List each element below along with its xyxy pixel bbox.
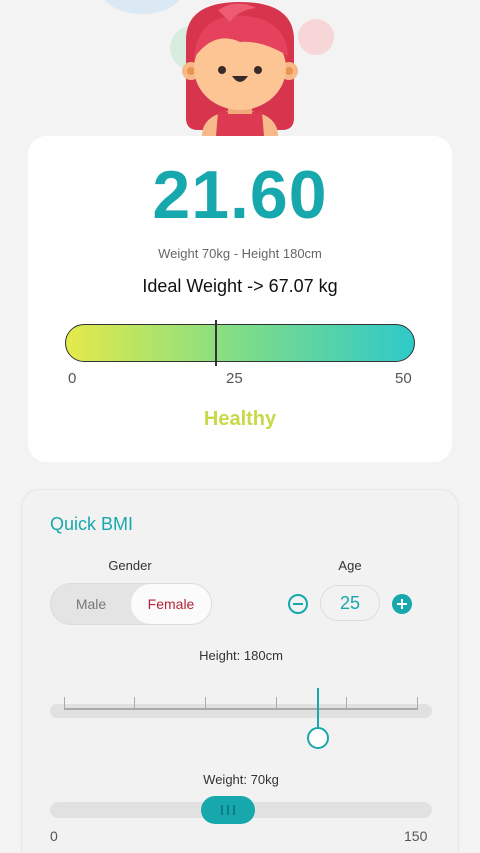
- bmi-scale-marker: [215, 320, 218, 366]
- weight-slider-handle[interactable]: [201, 796, 255, 824]
- scale-mid-label: 25: [226, 370, 243, 387]
- bmi-category: Healthy: [203, 408, 277, 430]
- weight-min-label: 0: [50, 828, 58, 844]
- bmi-scale-bar: [65, 324, 415, 362]
- height-ruler-tick: [417, 697, 418, 709]
- quick-bmi-title: Quick BMI: [50, 514, 134, 534]
- height-label: Height: 180cm: [199, 648, 283, 663]
- height-slider-handle[interactable]: [307, 727, 329, 749]
- measurements-summary: Weight 70kg - Height 180cm: [158, 246, 322, 261]
- bmi-result-card: 21.60 Weight 70kg - Height 180cm Ideal W…: [28, 136, 452, 462]
- height-ruler-tick: [205, 697, 206, 709]
- quick-bmi-card: Quick BMI Gender Age Male Female 25 Heig…: [21, 489, 459, 853]
- gender-male-option[interactable]: Male: [51, 584, 131, 624]
- grip-lines-icon: [221, 805, 223, 815]
- hero-illustration: [0, 0, 480, 140]
- height-ruler-tick: [134, 697, 135, 709]
- gender-label: Gender: [108, 558, 152, 573]
- height-slider-track[interactable]: [50, 704, 432, 718]
- height-ruler: [64, 708, 418, 710]
- height-ruler-tick: [64, 697, 65, 709]
- gender-toggle: Male Female: [50, 583, 212, 625]
- age-decrement-icon[interactable]: [288, 594, 308, 614]
- scale-max-label: 50: [395, 370, 412, 387]
- height-indicator-needle: [317, 688, 319, 728]
- age-increment-icon[interactable]: [392, 594, 412, 614]
- age-value[interactable]: 25: [320, 585, 380, 621]
- age-label: Age: [338, 558, 362, 573]
- grip-lines-icon: [227, 805, 229, 815]
- gender-female-option[interactable]: Female: [131, 584, 211, 624]
- grip-lines-icon: [233, 805, 235, 815]
- scale-min-label: 0: [68, 370, 77, 387]
- bmi-value: 21.60: [152, 157, 328, 233]
- height-ruler-tick: [346, 697, 347, 709]
- girl-avatar-icon: [182, 2, 298, 136]
- weight-max-label: 150: [404, 828, 428, 844]
- weight-label: Weight: 70kg: [203, 772, 279, 787]
- height-ruler-tick: [276, 697, 277, 709]
- ideal-weight: Ideal Weight -> 67.07 kg: [142, 276, 338, 296]
